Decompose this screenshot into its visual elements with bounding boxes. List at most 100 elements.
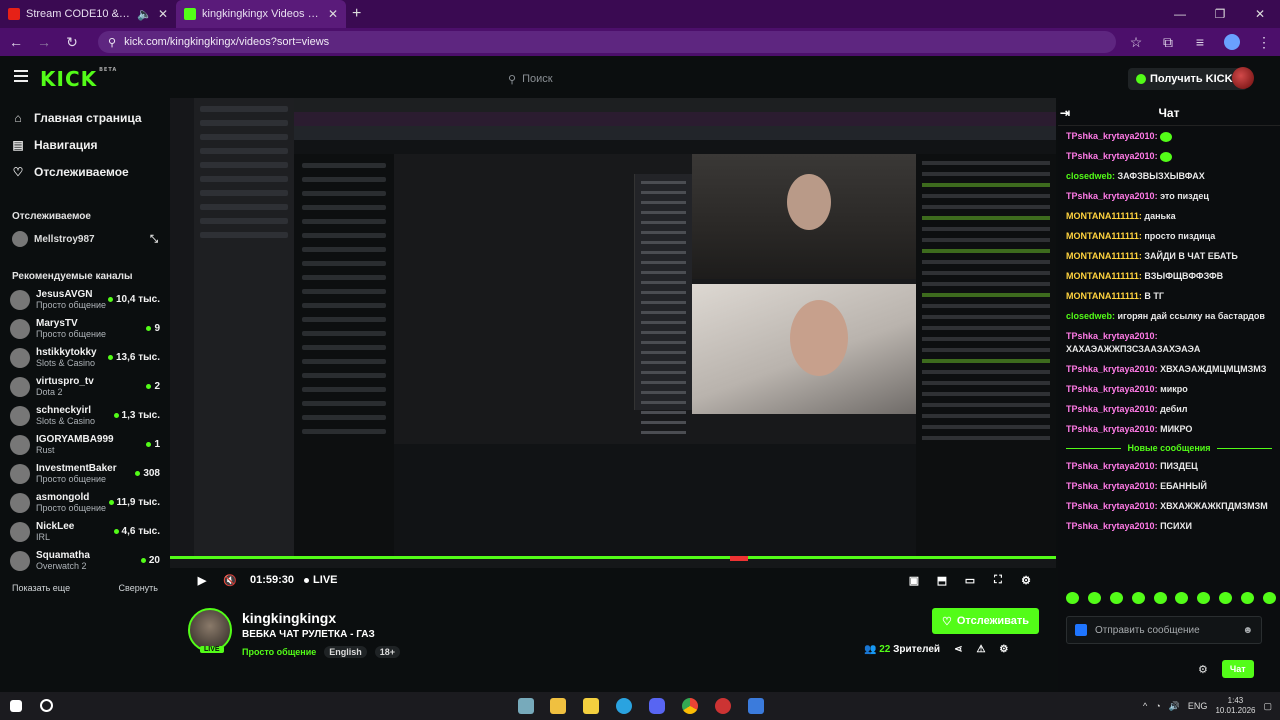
emote-icon[interactable] (1066, 592, 1079, 604)
emoji-icon[interactable]: ☻ (1242, 625, 1253, 636)
app-icon[interactable] (748, 698, 764, 714)
chat-input[interactable]: Отправить сообщение ☻ (1066, 616, 1262, 644)
windows-start-icon[interactable] (10, 700, 22, 712)
show-more-button[interactable]: Показать еще (12, 583, 70, 593)
player-progress-bar[interactable] (170, 556, 1056, 559)
emote-icon[interactable] (1262, 592, 1276, 604)
browser-menu-icon[interactable]: ⋮ (1256, 34, 1272, 51)
sidebar-channel-7[interactable]: asmongold Просто общение 11,9 тыс. (0, 488, 170, 517)
clock[interactable]: 1:43 10.01.2026 (1215, 696, 1255, 716)
follow-button[interactable]: ♡ Отслеживать (932, 608, 1040, 634)
hamburger-menu-icon[interactable] (14, 70, 28, 82)
emote-icon[interactable] (1087, 592, 1101, 604)
bookmark-star-icon[interactable]: ☆ (1128, 34, 1144, 51)
sidebar-channel-4[interactable]: schneckyirl Slots & Casino 1,3 тыс. (0, 401, 170, 430)
network-icon[interactable]: ◔ (1155, 701, 1160, 711)
emote-icon[interactable] (1219, 592, 1233, 604)
get-kicks-button[interactable]: Получить KICKs (1128, 68, 1247, 90)
emote-icon[interactable] (1197, 592, 1211, 604)
back-icon[interactable]: ← (8, 34, 24, 50)
report-icon[interactable]: ⚠ (976, 644, 985, 655)
chat-username[interactable]: TPshka_krytaya2010 (1066, 191, 1155, 201)
tag-age[interactable]: 18+ (374, 646, 401, 658)
new-tab-button[interactable]: + (352, 5, 361, 23)
chat-username[interactable]: MONTANA111111 (1066, 271, 1139, 281)
extensions-icon[interactable]: ⧉ (1160, 34, 1176, 51)
site-info-icon[interactable]: ⚲ (108, 36, 116, 49)
telegram-icon[interactable] (616, 698, 632, 714)
sidebar-item-browse[interactable]: ▤ Навигация (0, 131, 170, 158)
reading-list-icon[interactable]: ≡ (1192, 34, 1208, 50)
close-tab-icon[interactable]: ✕ (328, 7, 338, 21)
theater-mode-icon[interactable]: ⬒ (928, 574, 956, 587)
chrome-icon[interactable] (682, 698, 698, 714)
language-indicator[interactable]: ENG (1188, 701, 1208, 711)
share-icon[interactable]: ⋖ (954, 644, 962, 655)
user-avatar[interactable] (1232, 67, 1254, 89)
stream-category[interactable]: Просто общение (242, 647, 316, 657)
streamer-name[interactable]: kingkingkingx (242, 610, 336, 626)
chat-username[interactable]: TPshka_krytaya2010 (1066, 331, 1155, 341)
sidebar-channel-6[interactable]: InvestmentBaker Просто общение 308 (0, 459, 170, 488)
miniplayer-icon[interactable]: ▣ (900, 574, 928, 587)
collapse-chat-icon[interactable]: ⇥ (1060, 106, 1070, 120)
chat-username[interactable]: TPshka_krytaya2010 (1066, 364, 1155, 374)
emote-icon[interactable] (1109, 592, 1123, 604)
play-icon[interactable]: ▶ (192, 574, 212, 587)
forward-icon[interactable]: → (36, 34, 52, 50)
chat-username[interactable]: closedweb (1066, 311, 1112, 321)
app-icon[interactable] (715, 698, 731, 714)
search-box[interactable]: ⚲ Поиск (504, 68, 776, 90)
app-icon[interactable] (518, 698, 534, 714)
close-window-icon[interactable]: ✕ (1240, 0, 1280, 28)
chat-username[interactable]: TPshka_krytaya2010 (1066, 521, 1155, 531)
browser-tab-2[interactable]: kingkingkingx Videos - Watch ✕ (176, 0, 346, 28)
collapse-button[interactable]: Свернуть (119, 583, 158, 593)
sidebar-channel-2[interactable]: hstikkytokky Slots & Casino 13,6 тыс. (0, 343, 170, 372)
chat-username[interactable]: TPshka_krytaya2010 (1066, 501, 1155, 511)
sidebar-channel-0[interactable]: JesusAVGN Просто общение 10,4 тыс. (0, 285, 170, 314)
sidebar-channel-3[interactable]: virtuspro_tv Dota 2 2 (0, 372, 170, 401)
video-player[interactable] (170, 98, 1056, 568)
emote-icon[interactable] (1241, 592, 1254, 604)
volume-icon[interactable]: 🔊 (1169, 701, 1180, 712)
chat-username[interactable]: MONTANA111111 (1066, 251, 1139, 261)
chat-username[interactable]: MONTANA111111 (1066, 291, 1139, 301)
fullscreen-icon[interactable]: ⛶ (984, 574, 1012, 587)
mute-icon[interactable]: 🔇 (220, 574, 240, 587)
chat-username[interactable]: TPshka_krytaya2010 (1066, 131, 1155, 141)
emote-icon[interactable] (1175, 592, 1189, 604)
chat-username[interactable]: TPshka_krytaya2010 (1066, 404, 1155, 414)
chat-username[interactable]: TPshka_krytaya2010 (1066, 151, 1155, 161)
tag-language[interactable]: English (324, 646, 367, 658)
app-icon[interactable] (583, 698, 599, 714)
restore-icon[interactable]: ❐ (1200, 0, 1240, 28)
wide-mode-icon[interactable]: ▭ (956, 574, 984, 587)
tray-chevron-icon[interactable]: ^ (1143, 701, 1147, 711)
sidebar-channel-1[interactable]: MarysTV Просто общение 9 (0, 314, 170, 343)
file-explorer-icon[interactable] (550, 698, 566, 714)
chat-username[interactable]: MONTANA111111 (1066, 231, 1139, 241)
emote-icon[interactable] (1153, 592, 1167, 604)
url-field[interactable]: ⚲ kick.com/kingkingkingx/videos?sort=vie… (98, 31, 1116, 53)
close-tab-icon[interactable]: ✕ (158, 7, 168, 21)
browser-profile-avatar[interactable] (1224, 34, 1240, 50)
discord-icon[interactable] (649, 698, 665, 714)
speaker-icon[interactable]: 🔈 (137, 7, 152, 21)
chat-username[interactable]: TPshka_krytaya2010 (1066, 384, 1155, 394)
minimize-icon[interactable]: — (1160, 0, 1200, 28)
settings-gear-icon[interactable]: ⚙ (1012, 574, 1040, 587)
send-chat-button[interactable]: Чат (1221, 660, 1254, 678)
reload-icon[interactable]: ↻ (64, 34, 80, 51)
chat-settings-gear-icon[interactable]: ⚙ (1198, 663, 1208, 676)
kick-logo[interactable]: KICK BETA (40, 67, 117, 91)
chat-username[interactable]: closedweb (1066, 171, 1112, 181)
sidebar-item-following[interactable]: ♡ Отслеживаемое (0, 158, 170, 185)
sidebar-channel-9[interactable]: Squamatha Overwatch 2 20 (0, 546, 170, 575)
sidebar-channel-5[interactable]: IGORYAMBA999 Rust 1 (0, 430, 170, 459)
following-channel[interactable]: Mellstroy987 ⤡ (0, 225, 170, 253)
chat-username[interactable]: TPshka_krytaya2010 (1066, 481, 1155, 491)
sidebar-item-home[interactable]: ⌂ Главная страница (0, 104, 170, 131)
taskbar-search-icon[interactable] (40, 699, 53, 712)
browser-tab-1[interactable]: Stream CODE10 & RILEY 8А 🔈 ✕ (0, 0, 176, 28)
